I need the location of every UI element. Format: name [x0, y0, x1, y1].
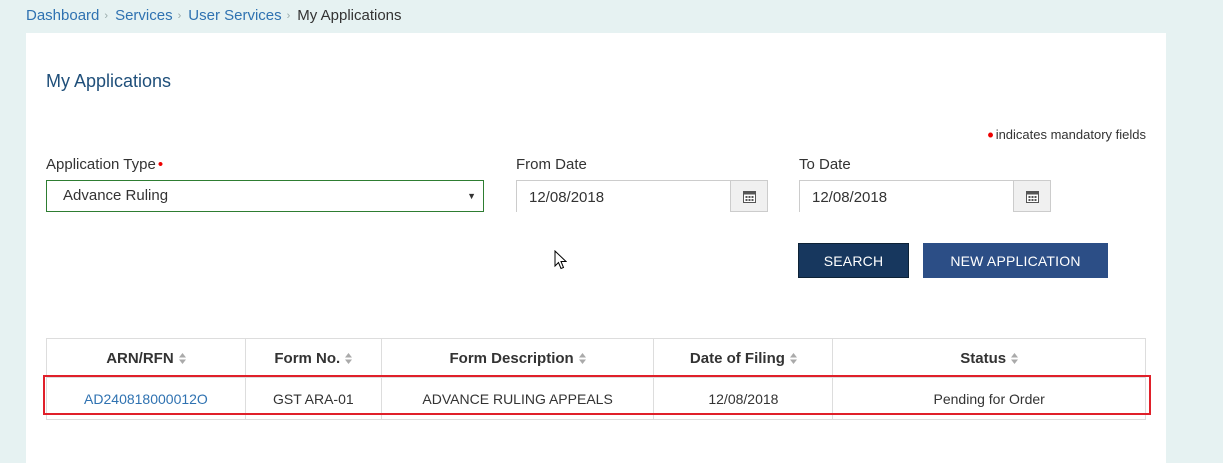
main-card: My Applications • indicates mandatory fie…	[26, 33, 1166, 463]
sort-icon	[578, 353, 586, 365]
breadcrumb-separator: ›	[286, 10, 291, 22]
to-date-input[interactable]	[800, 181, 1013, 213]
chevron-down-icon: ▼	[467, 191, 476, 201]
breadcrumb-user-services[interactable]: User Services	[188, 6, 281, 26]
breadcrumb-separator: ›	[177, 10, 182, 22]
table-row: AD240818000012O GST ARA-01 ADVANCE RULIN…	[46, 377, 1146, 420]
column-header-status[interactable]: Status	[832, 338, 1146, 378]
sort-icon	[1011, 353, 1019, 365]
column-header-label: Form No.	[274, 349, 341, 367]
column-header-label: ARN/RFN	[106, 349, 174, 367]
sort-icon	[345, 353, 353, 365]
required-dot-icon: •	[987, 125, 994, 145]
column-header-label: Date of Filing	[689, 349, 785, 367]
mandatory-note: • indicates mandatory fields	[987, 125, 1146, 145]
arn-link[interactable]: AD240818000012O	[84, 391, 208, 407]
applications-table: ARN/RFN Form No. Form Description Date o…	[46, 338, 1146, 420]
from-date-calendar-button[interactable]	[730, 181, 767, 211]
mouse-cursor-icon	[554, 250, 567, 270]
cell-arn: AD240818000012O	[46, 377, 246, 420]
sort-icon	[178, 353, 186, 365]
page-title: My Applications	[46, 71, 172, 91]
breadcrumb-separator: ›	[104, 10, 109, 22]
calendar-icon	[1025, 190, 1039, 203]
application-type-label: Application Type •	[46, 156, 163, 173]
from-date-group	[516, 180, 768, 213]
column-header-label: Status	[960, 349, 1007, 367]
column-header-date-of-filing[interactable]: Date of Filing	[653, 338, 834, 378]
search-button[interactable]: SEARCH	[798, 243, 909, 278]
table-header-row: ARN/RFN Form No. Form Description Date o…	[46, 338, 1146, 378]
application-type-value: Advance Ruling	[63, 187, 169, 204]
cell-status: Pending for Order	[832, 377, 1146, 420]
from-date-label: From Date	[516, 156, 587, 173]
breadcrumb-services[interactable]: Services	[115, 6, 173, 26]
breadcrumb-current: My Applications	[297, 7, 402, 24]
cell-date-of-filing: 12/08/2018	[653, 377, 834, 420]
calendar-icon	[742, 190, 756, 203]
new-application-button[interactable]: NEW APPLICATION	[923, 243, 1108, 278]
breadcrumb: Dashboard › Services › User Services › M…	[26, 6, 402, 26]
column-header-form-no[interactable]: Form No.	[244, 338, 382, 378]
breadcrumb-dashboard[interactable]: Dashboard	[26, 6, 99, 26]
cell-form-no: GST ARA-01	[244, 377, 382, 420]
to-date-group	[799, 180, 1051, 213]
sort-icon	[789, 353, 797, 365]
column-header-form-description[interactable]: Form Description	[380, 338, 655, 378]
to-date-label: To Date	[799, 156, 851, 173]
column-header-arn[interactable]: ARN/RFN	[46, 338, 246, 378]
application-type-select[interactable]: Advance Ruling ▼	[46, 180, 484, 212]
to-date-calendar-button[interactable]	[1013, 181, 1050, 211]
required-dot-icon: •	[157, 156, 164, 173]
mandatory-note-text: indicates mandatory fields	[995, 127, 1146, 142]
from-date-input[interactable]	[517, 181, 730, 213]
column-header-label: Form Description	[449, 349, 574, 367]
cell-form-description: ADVANCE RULING APPEALS	[380, 377, 655, 420]
application-type-label-text: Application Type	[46, 156, 156, 173]
